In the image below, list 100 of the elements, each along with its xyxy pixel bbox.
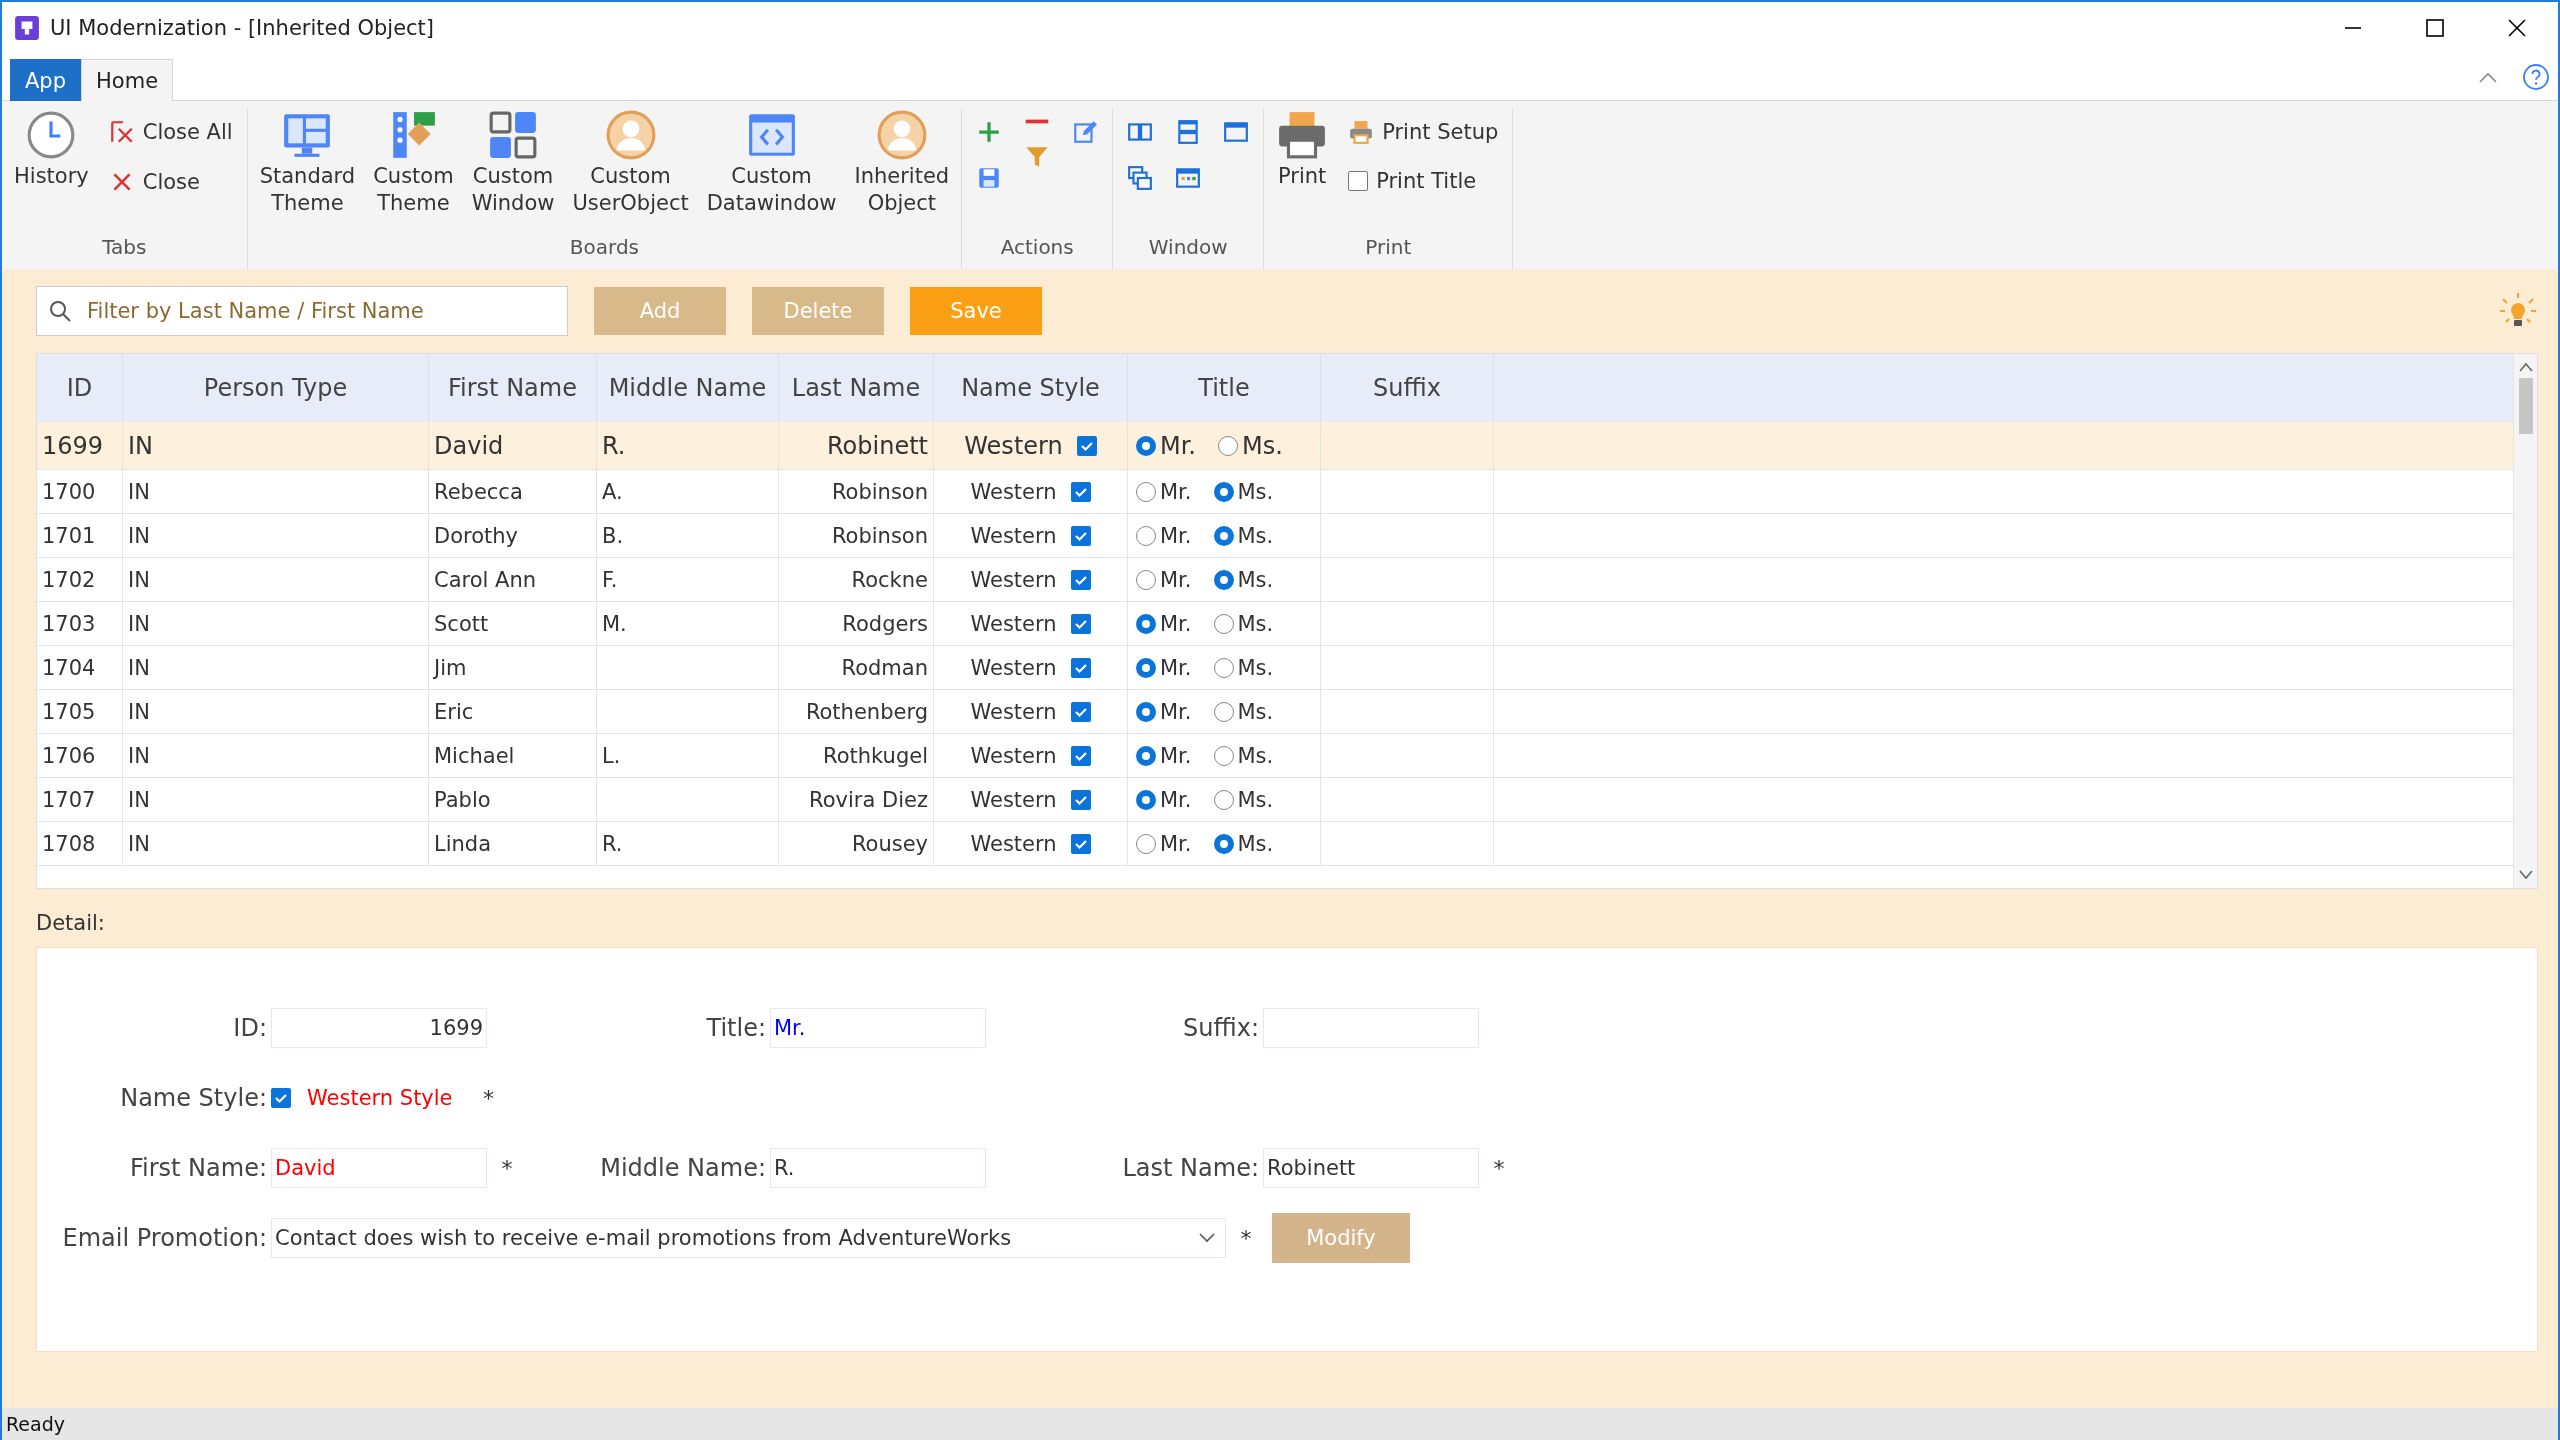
table-row[interactable]: 1705 IN Eric Rothenberg Western Mr. Ms. xyxy=(37,690,2513,734)
input-field[interactable]: David xyxy=(271,1148,487,1188)
name-style-text: Western xyxy=(964,431,1063,460)
table-row[interactable]: 1707 IN Pablo Rovira Diez Western Mr. Ms. xyxy=(37,778,2513,822)
checkbox[interactable] xyxy=(1070,569,1091,590)
table-row[interactable]: 1703 IN Scott M. Rodgers Western Mr. Ms. xyxy=(37,602,2513,646)
checkbox[interactable] xyxy=(1070,789,1091,810)
ribbon-button[interactable]: Print Setup xyxy=(1344,109,1503,149)
name-style-text: Western xyxy=(970,655,1057,680)
radio-button[interactable]: Mr. xyxy=(1136,523,1192,548)
ribbon-button[interactable]: Custom Window xyxy=(469,109,557,217)
group-label: Boards xyxy=(569,234,639,261)
window-icon xyxy=(1223,119,1250,145)
ribbon-button[interactable]: Standard Theme xyxy=(257,109,358,217)
input-field[interactable]: R. xyxy=(770,1148,986,1188)
table-row[interactable]: 1701 IN Dorothy B. Robinson Western Mr. Ms. xyxy=(37,514,2513,558)
table-cell: 1699 xyxy=(37,422,123,470)
checkbox[interactable] xyxy=(271,1088,291,1108)
field-label: Title: xyxy=(705,1014,767,1042)
table-cell: Robinson xyxy=(779,514,934,558)
ribbon-tab[interactable]: Home xyxy=(81,59,174,101)
name-style-text: Western xyxy=(970,787,1057,812)
radio-button[interactable]: Mr. xyxy=(1136,431,1196,460)
table-row[interactable]: 1699 IN David R. Robinett Western Mr. Ms. xyxy=(37,422,2513,470)
radio-button[interactable]: Ms. xyxy=(1213,611,1274,636)
radio-button[interactable]: Mr. xyxy=(1136,743,1192,768)
table-cell: 1703 xyxy=(37,602,123,646)
checkbox[interactable] xyxy=(1070,833,1091,854)
table-row[interactable]: 1702 IN Carol Ann F. Rockne Western Mr. Ms. xyxy=(37,558,2513,602)
help-icon[interactable] xyxy=(2522,63,2550,91)
status-text: Ready xyxy=(6,1413,65,1435)
search-field[interactable]: Filter by Last Name / First Name xyxy=(36,286,568,336)
scrollbar[interactable] xyxy=(2513,354,2537,888)
radio-button[interactable]: Ms. xyxy=(1218,431,1283,460)
print-setup-icon xyxy=(1348,119,1375,145)
ribbon-button[interactable]: Custom UserObject xyxy=(570,109,691,217)
app-icon xyxy=(14,15,40,41)
table-row[interactable]: 1700 IN Rebecca A. Robinson Western Mr. Ms. xyxy=(37,470,2513,514)
table-cell: Eric xyxy=(429,690,597,734)
checkbox[interactable] xyxy=(1076,435,1097,456)
radio-button[interactable]: Ms. xyxy=(1213,567,1274,592)
input-field[interactable]: Robinett xyxy=(1263,1148,1479,1188)
ribbon-button[interactable]: Inherited Object xyxy=(852,109,952,217)
ribbon-button[interactable]: Print xyxy=(1274,109,1331,190)
ribbon-button[interactable]: Custom Datawindow xyxy=(704,109,839,217)
checkbox[interactable] xyxy=(1070,701,1091,722)
radio-button[interactable]: Mr. xyxy=(1136,699,1192,724)
radio-button[interactable]: Mr. xyxy=(1136,567,1192,592)
field-label: Last Name: xyxy=(1121,1154,1260,1182)
checkbox[interactable] xyxy=(1070,657,1091,678)
name-style-text: Western xyxy=(970,831,1057,856)
radio-button[interactable]: Ms. xyxy=(1213,787,1274,812)
radio-button[interactable]: Mr. xyxy=(1136,611,1192,636)
maximize-icon xyxy=(2425,18,2445,38)
radio-button[interactable]: Mr. xyxy=(1136,479,1192,504)
table-row[interactable]: 1704 IN Jim Rodman Western Mr. Ms. xyxy=(37,646,2513,690)
ribbon-button[interactable]: Custom Theme xyxy=(371,109,456,217)
table-cell: Michael xyxy=(429,734,597,778)
ribbon-checkbox[interactable]: Print Title xyxy=(1344,159,1503,197)
checkbox[interactable] xyxy=(1070,525,1091,546)
required-mark: * xyxy=(501,1155,513,1181)
radio-button[interactable]: Ms. xyxy=(1213,831,1274,856)
scroll-thumb[interactable] xyxy=(2518,378,2533,434)
radio-button[interactable]: Mr. xyxy=(1136,831,1192,856)
ribbon-button[interactable]: Close xyxy=(104,159,237,199)
table-cell: 1706 xyxy=(37,734,123,778)
radio-button[interactable]: Ms. xyxy=(1213,699,1274,724)
user-icon xyxy=(875,109,928,161)
scroll-down-icon[interactable] xyxy=(2518,870,2533,880)
name-style-text: Western xyxy=(970,523,1057,548)
table-row[interactable]: 1706 IN Michael L. Rothkugel Western Mr. Ms. xyxy=(37,734,2513,778)
input-field[interactable]: Mr. xyxy=(770,1008,986,1048)
window-title: UI Modernization - [Inherited Object] xyxy=(50,16,435,40)
table-cell: IN xyxy=(123,822,429,866)
close-icon xyxy=(2507,18,2527,38)
radio-button[interactable]: Mr. xyxy=(1136,655,1192,680)
dropdown[interactable]: Contact does wish to receive e-mail promotions from AdventureWorks xyxy=(271,1218,1226,1258)
radio-button[interactable]: Ms. xyxy=(1213,523,1274,548)
scroll-up-icon[interactable] xyxy=(2518,362,2533,372)
radio-button[interactable]: Ms. xyxy=(1213,655,1274,680)
input-field[interactable]: 1699 xyxy=(271,1008,487,1048)
table-cell: IN xyxy=(123,470,429,514)
table-cell: Rothenberg xyxy=(779,690,934,734)
radio-button[interactable]: Ms. xyxy=(1213,479,1274,504)
table-cell: Rodgers xyxy=(779,602,934,646)
section-label: Detail: xyxy=(36,911,105,935)
checkbox[interactable] xyxy=(1070,745,1091,766)
collapse-ribbon-icon[interactable] xyxy=(2478,71,2498,83)
table-row[interactable]: 1708 IN Linda R. Rousey Western Mr. Ms. xyxy=(37,822,2513,866)
radio-button[interactable]: Ms. xyxy=(1213,743,1274,768)
required-mark: * xyxy=(1240,1225,1252,1251)
search-icon xyxy=(48,299,72,323)
input-field[interactable] xyxy=(1263,1008,1479,1048)
radio-button[interactable]: Mr. xyxy=(1136,787,1192,812)
table-cell: M. xyxy=(597,602,779,646)
ribbon-button[interactable]: History xyxy=(12,109,91,190)
checkbox[interactable] xyxy=(1070,481,1091,502)
app-menu-tab[interactable]: App xyxy=(10,59,82,101)
checkbox[interactable] xyxy=(1070,613,1091,634)
ribbon-button[interactable]: Close All xyxy=(104,109,237,149)
